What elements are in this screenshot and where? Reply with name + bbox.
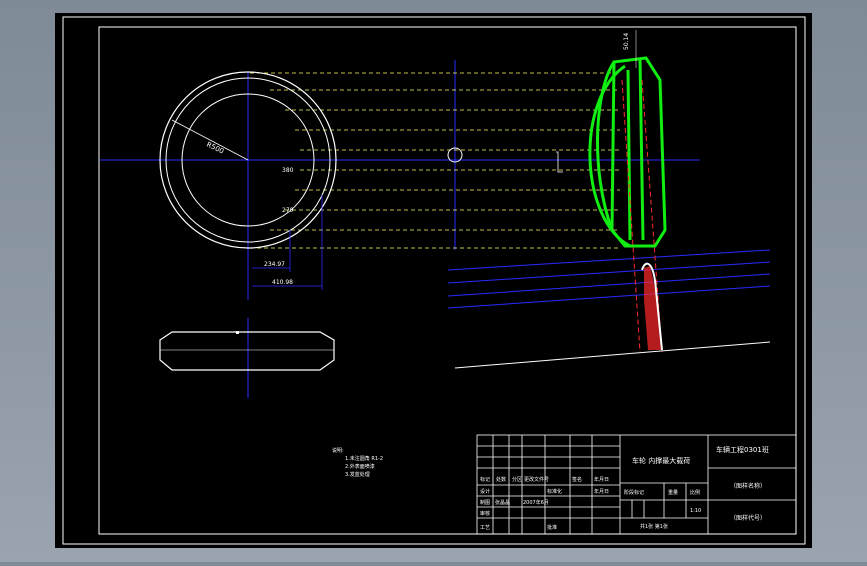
svg-text:重量: 重量 <box>668 489 678 496</box>
center-label: 380 <box>282 167 294 174</box>
svg-text:制图: 制图 <box>480 499 490 506</box>
svg-text:标记: 标记 <box>480 476 490 483</box>
svg-text:更改文件号: 更改文件号 <box>524 476 549 483</box>
svg-text:阶段标记: 阶段标记 <box>624 489 644 496</box>
side-view-marker <box>236 331 239 334</box>
scale-value: 1:10 <box>690 508 701 514</box>
inner-label: 270 <box>282 207 294 214</box>
sheet-background <box>55 13 812 548</box>
svg-text:审核: 审核 <box>480 510 490 517</box>
sheet-code: （图样代号） <box>730 514 766 522</box>
school-name: 车辆工程0301班 <box>716 445 769 454</box>
svg-text:分区: 分区 <box>512 476 522 483</box>
svg-text:标准化: 标准化 <box>547 488 562 495</box>
sheet-name: （图样名称） <box>730 482 766 490</box>
part-name: 车轮 内撑最大载荷 <box>632 456 690 465</box>
cad-drawing-canvas[interactable]: R500 380 270 234.97 410.98 50.14 说明: 1.未… <box>0 0 867 562</box>
vertical-dim-label: 50.14 <box>623 33 630 50</box>
sheet-count: 共1张 第1张 <box>640 523 668 530</box>
svg-text:设计: 设计 <box>480 488 490 495</box>
width-large-label: 410.98 <box>272 279 293 286</box>
svg-text:年月日: 年月日 <box>594 476 609 483</box>
svg-text:年月日: 年月日 <box>594 488 609 495</box>
svg-text:张晶晶: 张晶晶 <box>495 499 510 506</box>
notes-line1: 1.未注圆角 R1-2 <box>345 455 383 462</box>
notes-line3: 3.发蓝处理 <box>345 471 370 478</box>
svg-text:签名: 签名 <box>572 476 582 483</box>
svg-text:2007年6月: 2007年6月 <box>523 499 549 506</box>
svg-text:比例: 比例 <box>690 489 700 496</box>
svg-text:工艺: 工艺 <box>480 525 490 531</box>
notes-heading: 说明: <box>332 447 344 454</box>
svg-text:批准: 批准 <box>547 524 557 531</box>
svg-text:处数: 处数 <box>496 476 506 483</box>
viewport: R500 380 270 234.97 410.98 50.14 说明: 1.未… <box>0 0 867 562</box>
width-small-label: 234.97 <box>264 261 285 268</box>
notes-line2: 2.外表面喷漆 <box>345 463 375 470</box>
